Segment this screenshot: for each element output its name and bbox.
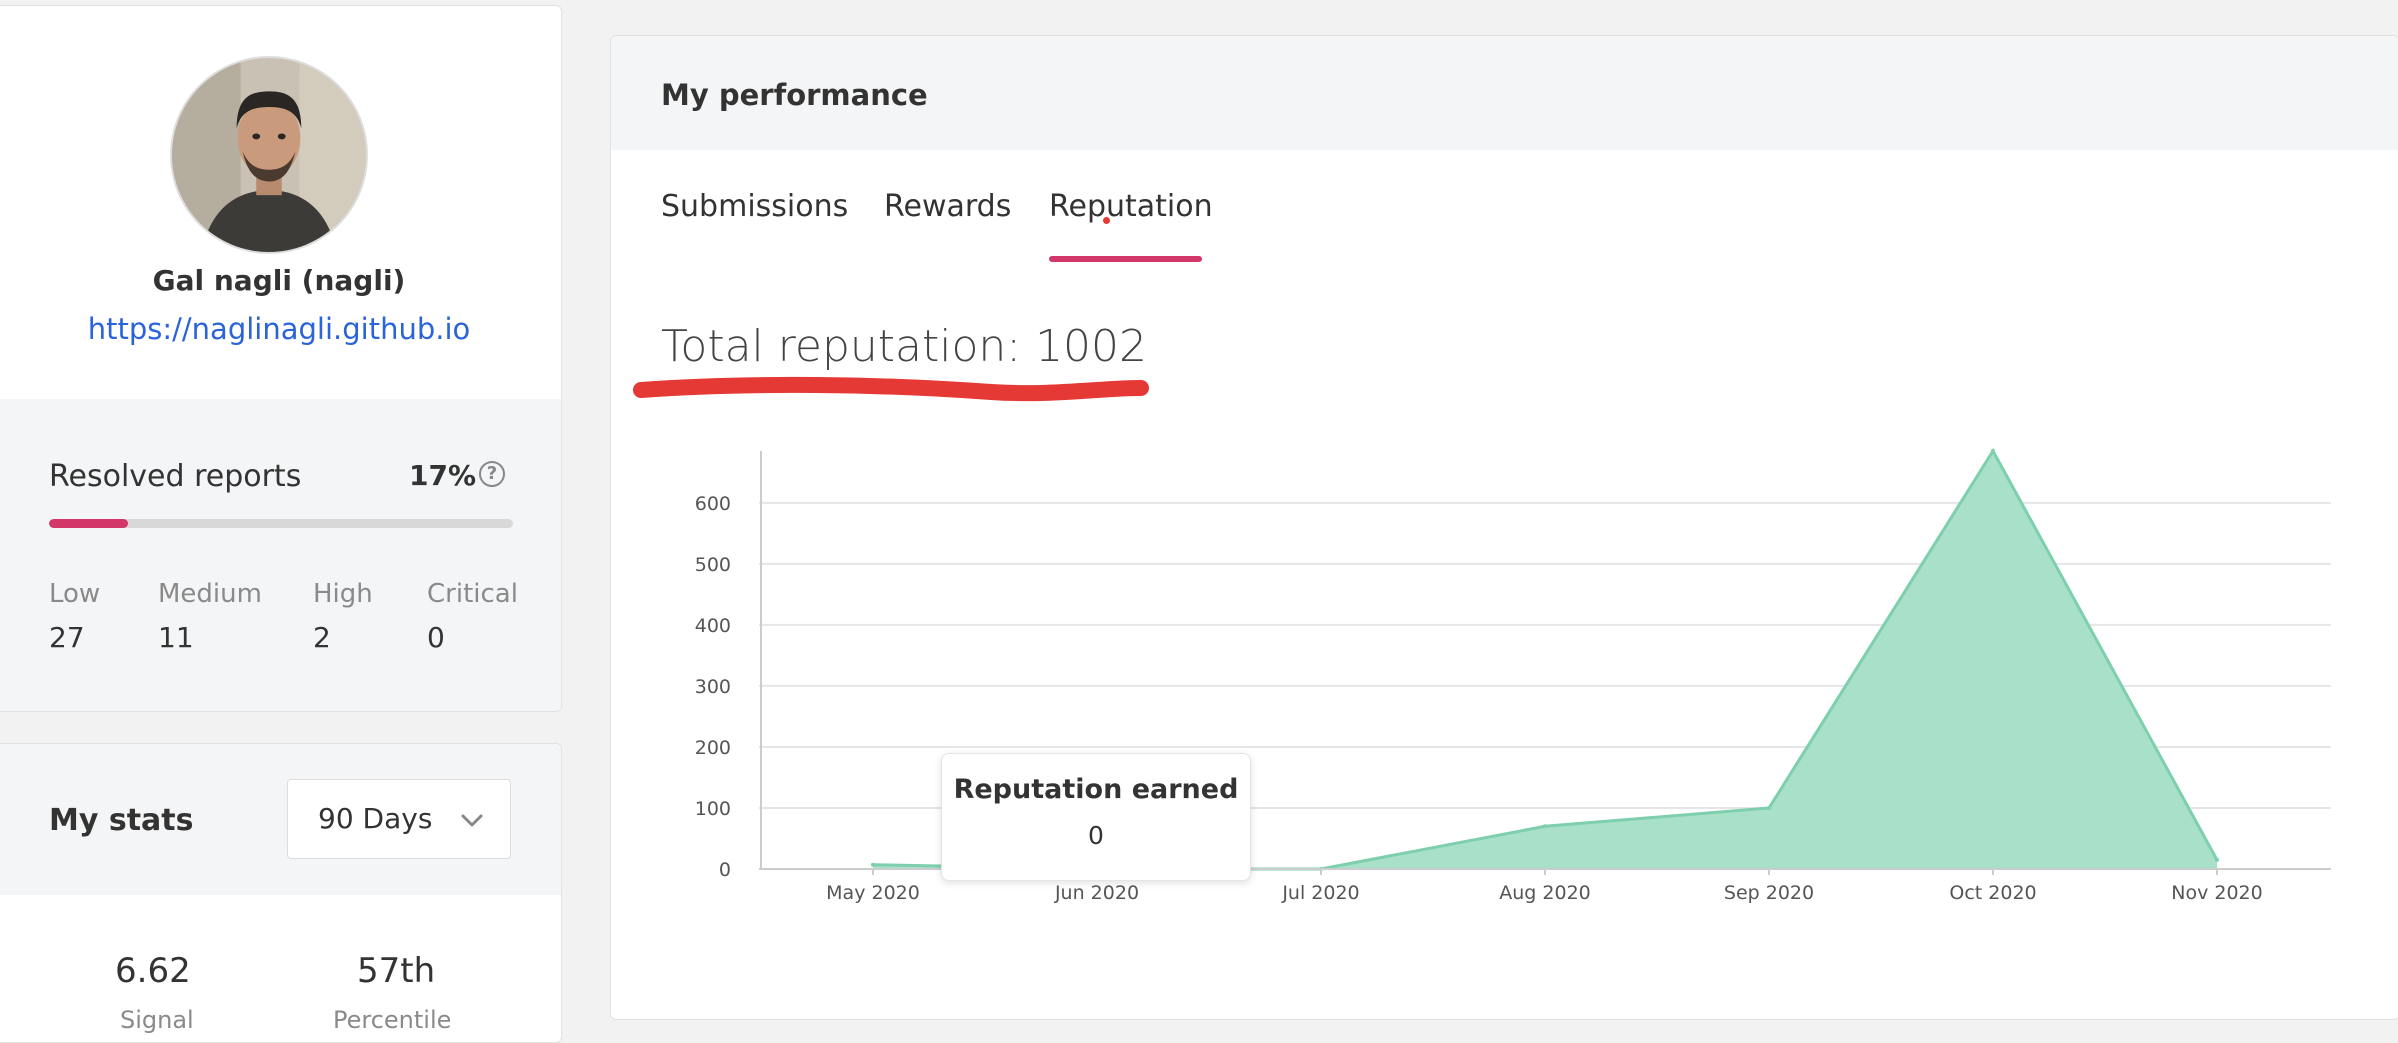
y-tick-label: 100 bbox=[695, 798, 731, 820]
question-circle-icon[interactable]: ? bbox=[479, 461, 505, 487]
x-tick-label: Oct 2020 bbox=[1949, 882, 2036, 904]
data-point[interactable] bbox=[1767, 805, 1771, 810]
x-tick-label: Nov 2020 bbox=[2171, 882, 2262, 904]
severity-label: Critical bbox=[427, 579, 518, 609]
x-tick-label: Jul 2020 bbox=[1281, 882, 1359, 904]
tooltip-value: 0 bbox=[1088, 821, 1104, 850]
data-point[interactable] bbox=[871, 862, 875, 867]
data-point[interactable] bbox=[1543, 824, 1547, 829]
y-tick-label: 600 bbox=[695, 493, 731, 515]
percentile-label: Percentile bbox=[333, 1006, 452, 1034]
period-select[interactable]: 90 Days bbox=[287, 779, 511, 859]
resolved-progress-fill bbox=[49, 519, 128, 528]
severity-medium: Medium 11 bbox=[158, 579, 262, 654]
x-tick-label: Jun 2020 bbox=[1054, 882, 1139, 904]
severity-count: 27 bbox=[49, 621, 85, 654]
avatar-image bbox=[172, 58, 366, 252]
x-tick-label: Sep 2020 bbox=[1724, 882, 1814, 904]
severity-count: 0 bbox=[427, 621, 445, 654]
period-select-value: 90 Days bbox=[318, 802, 433, 835]
severity-label: High bbox=[313, 579, 373, 609]
stats-header: My stats 90 Days bbox=[0, 744, 561, 895]
performance-card: My performance Submissions Rewards Reput… bbox=[610, 35, 2398, 1020]
y-tick-label: 500 bbox=[695, 554, 731, 576]
signal-value: 6.62 bbox=[115, 951, 191, 991]
resolved-progress-bar bbox=[49, 519, 513, 528]
y-tick-label: 0 bbox=[719, 859, 731, 881]
data-point[interactable] bbox=[2215, 857, 2219, 862]
stats-title: My stats bbox=[49, 803, 194, 838]
severity-critical: Critical 0 bbox=[427, 579, 518, 654]
severity-count: 11 bbox=[158, 621, 194, 654]
severity-label: Medium bbox=[158, 579, 262, 609]
reputation-chart: 0 100 200 300 400 500 600 May 2020 Jun 2020 Jul 2… bbox=[695, 448, 2331, 904]
resolved-reports-section: Resolved reports 17% ? Low 27 Medium 11 … bbox=[0, 399, 561, 711]
y-tick-label: 200 bbox=[695, 737, 731, 759]
avatar bbox=[170, 56, 368, 254]
profile-website-link[interactable]: https://naglinagli.github.io bbox=[0, 312, 561, 346]
y-tick-label: 300 bbox=[695, 676, 731, 698]
severity-high: High 2 bbox=[313, 579, 373, 654]
x-tick-label: May 2020 bbox=[826, 882, 920, 904]
severity-low: Low 27 bbox=[49, 579, 100, 654]
resolved-reports-label: Resolved reports bbox=[49, 459, 302, 494]
profile-card: Gal nagli (nagli) https://naglinagli.git… bbox=[0, 5, 562, 712]
resolved-reports-percent: 17% bbox=[409, 459, 477, 492]
severity-label: Low bbox=[49, 579, 101, 609]
signal-label: Signal bbox=[120, 1006, 194, 1034]
chevron-down-icon bbox=[461, 814, 483, 827]
chart-tooltip: Reputation earned 0 bbox=[941, 753, 1251, 881]
percentile-value: 57th bbox=[357, 951, 436, 991]
y-tick-label: 400 bbox=[695, 615, 731, 637]
x-tick-label: Aug 2020 bbox=[1499, 882, 1591, 904]
tooltip-title: Reputation earned bbox=[953, 774, 1239, 805]
user-name: Gal nagli (nagli) bbox=[152, 264, 406, 297]
stats-card: My stats 90 Days 6.62 Signal 57th Percen… bbox=[0, 743, 562, 1043]
data-point[interactable] bbox=[1991, 449, 1995, 453]
severity-count: 2 bbox=[313, 621, 331, 654]
